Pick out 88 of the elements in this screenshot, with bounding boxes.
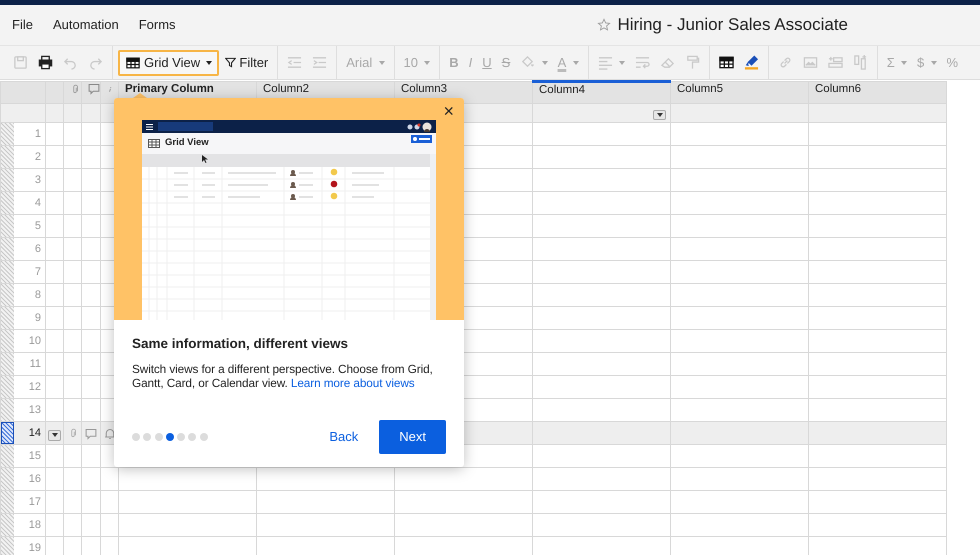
row-handle[interactable] — [2, 192, 14, 214]
row-handle[interactable] — [2, 468, 14, 490]
indent-icon — [312, 55, 328, 70]
row-handle[interactable] — [2, 514, 14, 536]
filter-button[interactable]: Filter — [221, 54, 272, 71]
row-number: 11 — [28, 356, 42, 372]
row-handle[interactable] — [2, 146, 14, 168]
row-number: 6 — [34, 242, 42, 257]
learn-more-link[interactable]: Learn more about views — [290, 376, 415, 390]
row-handle[interactable] — [2, 124, 14, 144]
highlighter-icon — [744, 55, 759, 70]
format-painter-icon — [684, 55, 700, 70]
column-menu-button[interactable] — [653, 110, 666, 120]
bell-icon[interactable] — [104, 428, 116, 440]
row-number: 14 — [28, 426, 42, 441]
table-icon — [718, 55, 734, 70]
row-handle[interactable] — [2, 354, 14, 374]
tour-description: Switch views for a different perspective. Choose from Grid, Gantt, Card, or Calendar view. Learn more about views — [132, 362, 434, 392]
row-number: 17 — [28, 494, 42, 510]
row-number: 13 — [28, 402, 42, 418]
link-icon — [778, 55, 793, 70]
step-dot[interactable] — [154, 432, 162, 441]
row-handle[interactable] — [2, 376, 14, 398]
star-icon[interactable] — [596, 18, 611, 32]
wrap-text-icon — [634, 55, 650, 70]
column-header[interactable]: Column4 — [532, 82, 670, 104]
row-handle[interactable] — [2, 262, 14, 282]
eraser-icon — [660, 55, 675, 70]
image-icon — [802, 55, 818, 70]
row-number: 3 — [34, 172, 42, 188]
row-number: 1 — [34, 126, 42, 142]
row-number: 15 — [28, 448, 42, 464]
row-handle[interactable] — [2, 400, 14, 420]
menu-item[interactable]: File — [12, 15, 33, 35]
save-icon — [13, 55, 28, 70]
step-dot[interactable] — [188, 432, 196, 441]
row-number: 9 — [34, 310, 42, 326]
back-button[interactable]: Back — [321, 421, 366, 452]
step-dot[interactable] — [132, 432, 140, 441]
row-number: 16 — [28, 472, 42, 487]
comment-icon — [88, 83, 100, 95]
row-number: 12 — [28, 380, 42, 395]
outdent-icon — [287, 55, 302, 70]
row-number: 10 — [28, 334, 42, 349]
row-handle[interactable] — [2, 284, 14, 306]
table-icon — [125, 56, 141, 70]
row-handle[interactable] — [2, 422, 14, 444]
paint-bucket-icon — [520, 55, 536, 70]
row-number: 18 — [28, 518, 42, 533]
row-menu-button[interactable] — [48, 430, 61, 440]
avatar-icon — [406, 122, 432, 132]
row-number: 5 — [34, 218, 42, 234]
close-button[interactable]: × — [441, 102, 456, 120]
column-header[interactable]: Column6 — [808, 82, 946, 104]
table-icon — [148, 139, 160, 148]
tour-heading: Same information, different views — [132, 335, 350, 352]
step-dot[interactable] — [166, 432, 174, 441]
row-handle[interactable] — [2, 492, 14, 512]
pointer-icon — [202, 155, 208, 164]
menu-item[interactable]: Forms — [138, 15, 176, 35]
step-dot[interactable] — [143, 432, 152, 441]
insert-column-icon — [852, 55, 868, 70]
view-title: Grid View — [165, 136, 209, 150]
row-number: 7 — [34, 264, 42, 280]
insert-row-icon — [828, 55, 843, 70]
view-switcher[interactable]: Grid View — [118, 50, 220, 76]
row-number: 2 — [34, 150, 42, 165]
row-handle[interactable] — [2, 238, 14, 260]
row-number: 8 — [34, 288, 42, 303]
row-number: 19 — [28, 540, 42, 555]
row-handle[interactable] — [2, 308, 14, 328]
filter-icon — [225, 56, 236, 69]
row-handle[interactable] — [2, 216, 14, 236]
align-icon — [598, 55, 612, 70]
step-dot[interactable] — [177, 432, 185, 441]
comment-icon[interactable] — [85, 428, 97, 440]
step-dot[interactable] — [200, 432, 208, 441]
row-handle[interactable] — [2, 446, 14, 466]
row-handle[interactable] — [2, 170, 14, 190]
column-header[interactable]: Column5 — [670, 82, 808, 104]
row-handle[interactable] — [2, 538, 14, 555]
print-icon — [38, 55, 53, 70]
row-number: 4 — [34, 196, 42, 211]
menu-item[interactable]: Automation — [52, 15, 119, 35]
menu-icon — [146, 124, 153, 130]
next-button[interactable]: Next — [379, 420, 446, 454]
row-handle[interactable] — [2, 330, 14, 352]
sheet-title: Hiring - Junior Sales Associate — [617, 14, 848, 36]
